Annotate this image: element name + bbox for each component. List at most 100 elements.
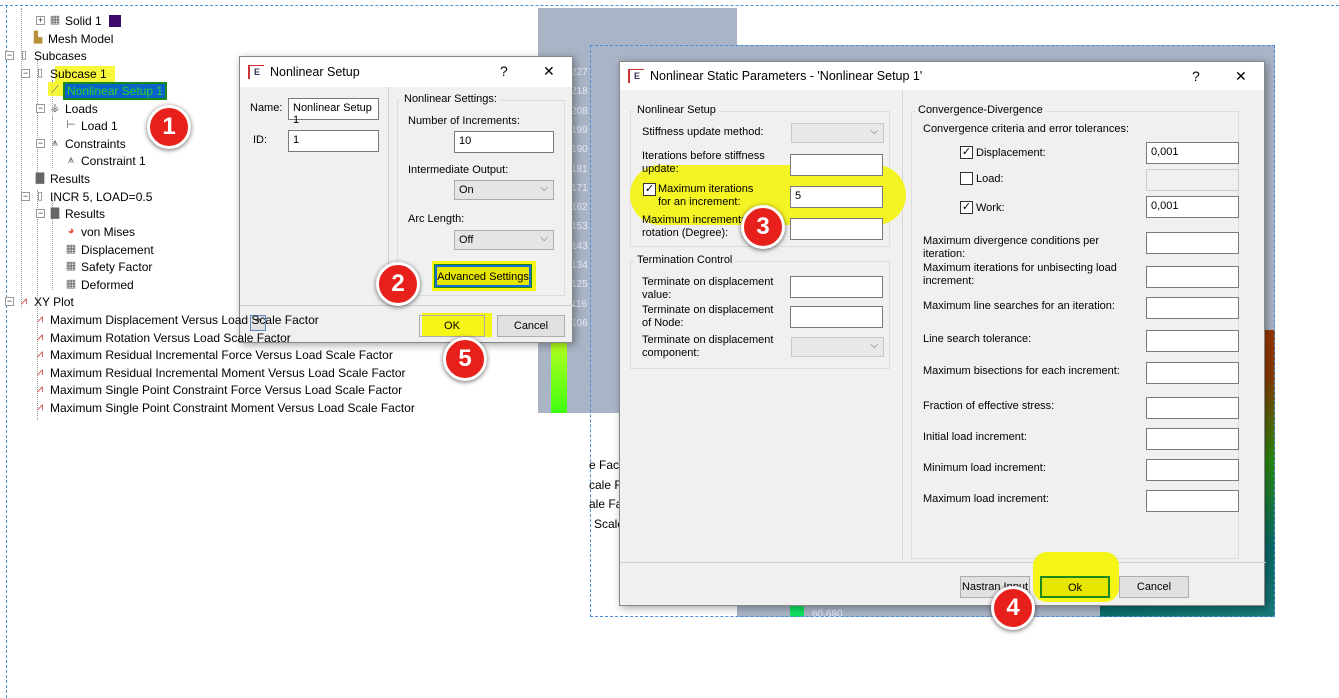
tree-item[interactable]: ⟋ Nonlinear Setup 1 [48, 81, 168, 100]
loads-icon: ⚶ [50, 102, 60, 114]
term-disp-node-input[interactable] [790, 306, 883, 328]
tree-item[interactable]: ◕ von Mises [64, 223, 135, 240]
collapse-icon[interactable]: − [21, 192, 30, 201]
tree-item[interactable]: ⩘ Maximum Single Point Constraint Force V… [33, 381, 402, 398]
max-iter-input[interactable]: 5 [790, 186, 883, 208]
ok-button[interactable]: Ok [1040, 576, 1110, 598]
collapse-icon[interactable]: − [5, 297, 14, 306]
tree-item[interactable]: − ⩚ Constraints [36, 135, 126, 152]
field-input[interactable] [1146, 297, 1239, 319]
field-input[interactable] [1146, 397, 1239, 419]
tree-item[interactable]: ⩘ Maximum Residual Incremental Force Vers… [33, 346, 393, 363]
tree-item[interactable]: ⩚ Constraint 1 [64, 152, 146, 169]
collapse-icon[interactable]: − [36, 209, 45, 218]
tree-item[interactable]: ▦ Safety Factor [64, 258, 153, 275]
tree-item-label: Maximum Residual Incremental Force Versu… [50, 347, 393, 362]
name-label: Name: [250, 102, 283, 114]
increments-label: Number of Increments: [408, 115, 520, 127]
term-disp-value-input[interactable] [790, 276, 883, 298]
field-label: Fraction of effective stress: [923, 400, 1055, 412]
collapse-icon[interactable]: − [36, 139, 45, 148]
legend-value: 199 [571, 124, 588, 136]
tree-item[interactable]: ⊢ Load 1 [64, 117, 118, 134]
max-iter-checkbox[interactable]: ✓ [643, 183, 656, 196]
tree-item-label: Mesh Model [48, 31, 114, 46]
mesh-result-icon: ▦ [65, 260, 77, 272]
field-input[interactable] [1146, 266, 1239, 288]
increments-input[interactable]: 10 [454, 131, 554, 153]
cancel-button[interactable]: Cancel [497, 315, 565, 337]
name-input[interactable]: Nonlinear Setup 1 [288, 98, 379, 126]
collapse-icon[interactable]: − [21, 69, 30, 78]
term-disp-comp-select[interactable]: ⌵ [791, 337, 884, 357]
arc-length-select[interactable]: Off ⌵ [454, 230, 554, 250]
tree-item-label: Maximum Rotation Versus Load Scale Facto… [50, 330, 291, 345]
tree-item[interactable]: − ▯ Subcase 1 [21, 65, 107, 82]
close-button[interactable]: ✕ [543, 63, 555, 80]
tree-item[interactable]: + ▦ Solid 1 [36, 12, 121, 29]
tree-item[interactable]: ▙ Mesh Model [31, 30, 114, 47]
tree-item[interactable]: − ▇ Results [36, 205, 105, 222]
field-input[interactable] [1146, 330, 1239, 352]
partial-tree-label: ale Fa [589, 497, 619, 511]
load-checkbox[interactable] [960, 172, 973, 185]
tree-item[interactable]: − ⩘ XY Plot [5, 293, 74, 310]
close-button[interactable]: ✕ [1235, 68, 1247, 85]
tree-item-label: von Mises [81, 224, 136, 239]
tree-item[interactable]: ⩘ Maximum Displacement Versus Load Scale … [33, 311, 319, 328]
field-input[interactable] [1146, 490, 1239, 512]
tree-item[interactable]: ⩘ Maximum Rotation Versus Load Scale Fact… [33, 329, 291, 346]
advanced-settings-button[interactable]: Advanced Settings [434, 264, 532, 288]
constraint-icon: ⩚ [67, 154, 75, 166]
tree-item-label: Displacement [81, 242, 154, 257]
chevron-down-icon: ⌵ [540, 233, 548, 244]
help-button[interactable]: ? [1192, 68, 1200, 84]
tree-item-label: Solid 1 [65, 13, 102, 28]
ok-button[interactable]: OK [419, 315, 485, 337]
field-label: Maximum iterations for unbisecting load … [923, 262, 1117, 287]
xyplot-icon: ⩘ [36, 313, 44, 325]
tree-item[interactable]: ▦ Deformed [64, 276, 134, 293]
stiffness-select[interactable]: ⌵ [791, 123, 884, 143]
iter-before-input[interactable] [790, 154, 883, 176]
xyplot-icon: ⩘ [20, 295, 28, 307]
conv-criteria-label: Convergence criteria and error tolerance… [923, 123, 1130, 135]
tree-item-label: Maximum Displacement Versus Load Scale F… [50, 312, 319, 327]
work-checkbox[interactable]: ✓ [960, 201, 973, 214]
step-badge-4: 4 [991, 586, 1035, 630]
chevron-down-icon: ⌵ [870, 340, 878, 351]
collapse-icon[interactable]: − [36, 104, 45, 113]
tree-item[interactable]: ⩘ Maximum Residual Incremental Moment Ver… [33, 364, 406, 381]
field-input[interactable] [1146, 232, 1239, 254]
load-input[interactable] [1146, 169, 1239, 191]
collapse-icon[interactable]: − [5, 51, 14, 60]
xyplot-icon: ⩘ [36, 383, 44, 395]
subcase-icon: ▯ [36, 67, 44, 79]
cancel-button[interactable]: Cancel [1119, 576, 1189, 598]
id-input[interactable]: 1 [288, 130, 379, 152]
tree-item[interactable]: ▦ Displacement [64, 241, 154, 258]
displacement-input[interactable]: 0,001 [1146, 142, 1239, 164]
field-input[interactable] [1146, 428, 1239, 450]
field-input[interactable] [1146, 362, 1239, 384]
tree-item[interactable]: − ⚶ Loads [36, 100, 98, 117]
output-select[interactable]: On ⌵ [454, 180, 554, 200]
legend-value: 153 [571, 221, 588, 233]
tree-item[interactable]: ▇ Results [33, 170, 90, 187]
work-input[interactable]: 0,001 [1146, 196, 1239, 218]
tree-item-label: Maximum Residual Incremental Moment Vers… [50, 365, 406, 380]
expand-icon[interactable]: + [36, 16, 45, 25]
output-label: Intermediate Output: [408, 164, 509, 176]
max-rotation-input[interactable] [790, 218, 883, 240]
legend-value: 106 [571, 317, 588, 329]
constraints-icon: ⩚ [51, 137, 59, 149]
tree-item[interactable]: ⩘ Maximum Single Point Constraint Moment … [33, 399, 415, 416]
tree-item[interactable]: − ▯ INCR 5, LOAD=0.5 [21, 188, 152, 205]
help-button[interactable]: ? [500, 63, 508, 79]
tree-item[interactable]: − ▯ Subcases [5, 47, 87, 64]
field-input[interactable] [1146, 459, 1239, 481]
legend-value: 181 [571, 163, 588, 175]
partial-tree-label: e Fact [589, 458, 619, 472]
displacement-checkbox[interactable]: ✓ [960, 146, 973, 159]
subcases-icon: ▯ [20, 49, 28, 61]
